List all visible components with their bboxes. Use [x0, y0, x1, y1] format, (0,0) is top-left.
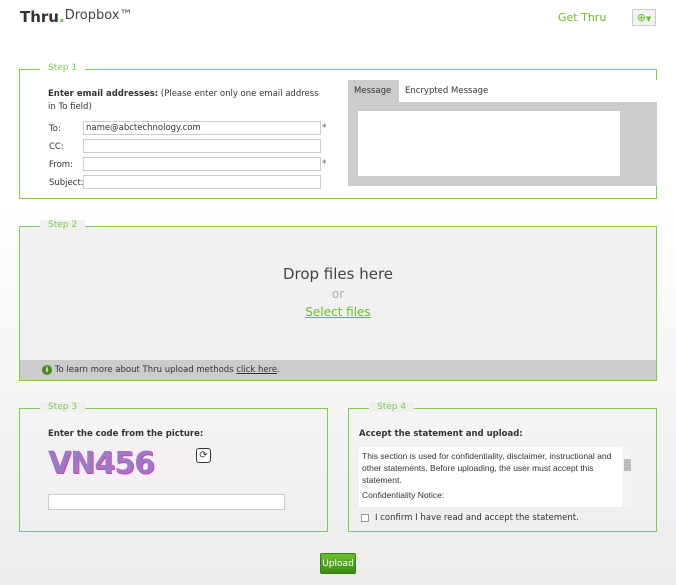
subject-field[interactable] — [83, 175, 321, 189]
email-instructions: Enter email addresses: (Please enter onl… — [48, 88, 323, 114]
chevron-down-icon: ▼ — [645, 15, 652, 23]
upload-button[interactable]: Upload — [320, 553, 356, 574]
to-label: To: — [49, 124, 61, 134]
confirm-checkbox[interactable] — [361, 514, 369, 522]
globe-icon: ⊕ — [636, 11, 646, 24]
statement-text-2: Confidentiality Notice: — [362, 490, 445, 500]
step1-legend: Step 1 — [40, 63, 86, 73]
step4-legend: Step 4 — [369, 402, 415, 412]
logo-brand: Thru — [20, 8, 59, 26]
step3-legend: Step 3 — [40, 402, 86, 412]
click-here-link[interactable]: click here — [236, 365, 277, 375]
info-text: To learn more about Thru upload methods — [54, 365, 237, 375]
intro-bold: Enter email addresses: — [48, 89, 159, 99]
statement-scrollbar[interactable] — [622, 447, 633, 507]
accept-label: Accept the statement and upload: — [359, 429, 523, 439]
info-end: . — [277, 365, 280, 375]
subject-label: Subject: — [49, 178, 84, 188]
confirm-row: I confirm I have read and accept the sta… — [361, 513, 579, 523]
from-label: From: — [49, 160, 73, 170]
get-thru-link[interactable]: Get Thru — [558, 11, 606, 24]
required-mark: * — [322, 159, 327, 169]
refresh-captcha-icon[interactable]: ⟳ — [196, 448, 211, 463]
required-mark: * — [322, 123, 327, 133]
step4-panel: Step 4 Accept the statement and upload: … — [348, 402, 657, 532]
captcha-label: Enter the code from the picture: — [48, 429, 204, 439]
message-tabs: Message Encrypted Message — [348, 80, 657, 186]
statement-textarea[interactable]: This section is used for confidentiality… — [359, 447, 633, 507]
logo: Thru.Dropbox™ — [20, 8, 132, 26]
from-field[interactable] — [83, 157, 321, 171]
statement-text: This section is used for confidentiality… — [362, 451, 612, 485]
captcha-input[interactable] — [48, 494, 285, 510]
message-textarea[interactable] — [358, 111, 620, 176]
or-text: or — [331, 287, 345, 301]
cc-field[interactable] — [83, 139, 321, 153]
logo-product: Dropbox™ — [64, 8, 133, 23]
cc-label: CC: — [49, 142, 64, 152]
drop-files-text: Drop files here — [282, 265, 394, 283]
upload-info-bar: i To learn more about Thru upload method… — [20, 360, 656, 380]
to-field[interactable]: name@abctechnology.com — [83, 121, 321, 135]
confirm-label[interactable]: I confirm I have read and accept the sta… — [375, 513, 579, 523]
info-icon: i — [42, 365, 52, 375]
select-files-link[interactable]: Select files — [305, 305, 370, 319]
tab-message[interactable]: Message — [348, 80, 397, 102]
step3-panel: Step 3 Enter the code from the picture: … — [19, 402, 328, 532]
tab-encrypted-message[interactable]: Encrypted Message — [399, 80, 657, 102]
captcha-image: VN456 — [48, 447, 193, 481]
language-selector[interactable]: ⊕▼ — [632, 9, 656, 26]
step2-legend: Step 2 — [40, 220, 86, 230]
step2-panel: Step 2 Drop files here or Select files i… — [19, 220, 657, 381]
